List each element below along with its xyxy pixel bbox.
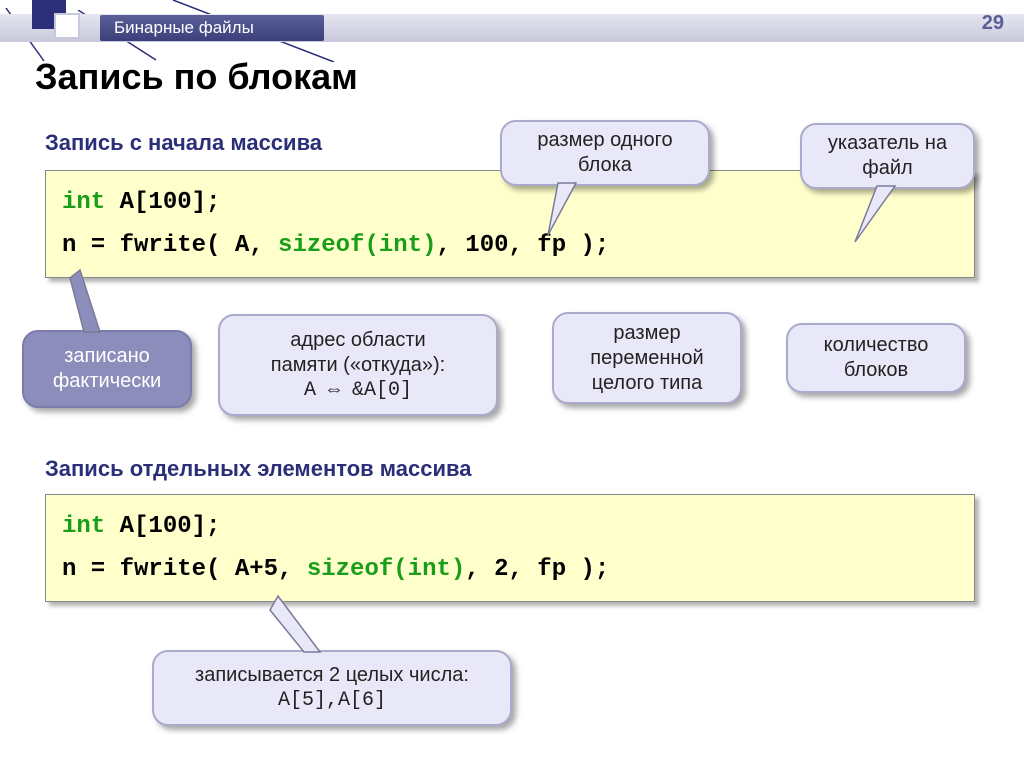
- code-line: n = fwrite( A+5, sizeof(int), 2, fp );: [62, 548, 958, 591]
- callout-text: записывается 2 целых числа:: [195, 663, 469, 688]
- callout-file-pointer: указатель на файл: [800, 123, 975, 189]
- section2-heading: Запись отдельных элементов массива: [45, 456, 471, 482]
- chapter-title: Бинарные файлы: [100, 15, 324, 41]
- callout-memory-address: адрес области памяти («откуда»): A ⇔ &A[…: [218, 314, 498, 416]
- callout-text: указатель на файл: [818, 131, 957, 181]
- callout-text: адрес области: [290, 328, 425, 353]
- page-number: 29: [982, 12, 1004, 35]
- slide: Бинарные файлы 29 Запись по блокам Запис…: [0, 0, 1024, 767]
- code-text: , 100, fp );: [436, 232, 609, 259]
- callout-text: количество: [824, 333, 929, 358]
- keyword-sizeof: sizeof(int): [278, 232, 436, 259]
- code-line: int A[100];: [62, 505, 958, 548]
- callout-tail-icon: [855, 186, 915, 236]
- callout-code: A ⇔ &A[0]: [304, 378, 412, 403]
- callout-text: блоков: [844, 358, 908, 383]
- code-line: n = fwrite( A, sizeof(int), 100, fp );: [62, 224, 958, 267]
- keyword-int: int: [62, 189, 105, 216]
- callout-int-size: размер переменной целого типа: [552, 312, 742, 404]
- keyword-sizeof: sizeof(int): [307, 556, 465, 583]
- callout-tail-icon: [270, 596, 330, 652]
- callout-tail-icon: [538, 183, 578, 223]
- code-text: A[100];: [105, 189, 220, 216]
- callout-text: переменной: [590, 346, 703, 371]
- keyword-int: int: [62, 513, 105, 540]
- callout-tail-icon: [70, 270, 130, 332]
- code-text: n = fwrite( A+5,: [62, 556, 307, 583]
- callout-block-count: количество блоков: [786, 323, 966, 393]
- callout-text: целого типа: [592, 371, 703, 396]
- callout-text: размер: [613, 321, 680, 346]
- callout-text: записано фактически: [40, 344, 174, 394]
- logo-icon: [30, 0, 90, 43]
- code-block-2: int A[100]; n = fwrite( A+5, sizeof(int)…: [45, 494, 975, 602]
- slide-title: Запись по блокам: [35, 56, 358, 98]
- callout-text: памяти («откуда»):: [271, 353, 446, 378]
- callout-block-size: размер одного блока: [500, 120, 710, 186]
- callout-actual-written: записано фактически: [22, 330, 192, 408]
- code-text: n = fwrite( A,: [62, 232, 278, 259]
- callout-writes-two: записывается 2 целых числа: A[5],A[6]: [152, 650, 512, 726]
- callout-text: размер одного блока: [518, 128, 692, 178]
- code-text: , 2, fp );: [465, 556, 609, 583]
- slide-header: Бинарные файлы 29: [0, 14, 1024, 42]
- code-text: A[100];: [105, 513, 220, 540]
- callout-code: A[5],A[6]: [278, 688, 386, 713]
- section1-heading: Запись с начала массива: [45, 130, 322, 156]
